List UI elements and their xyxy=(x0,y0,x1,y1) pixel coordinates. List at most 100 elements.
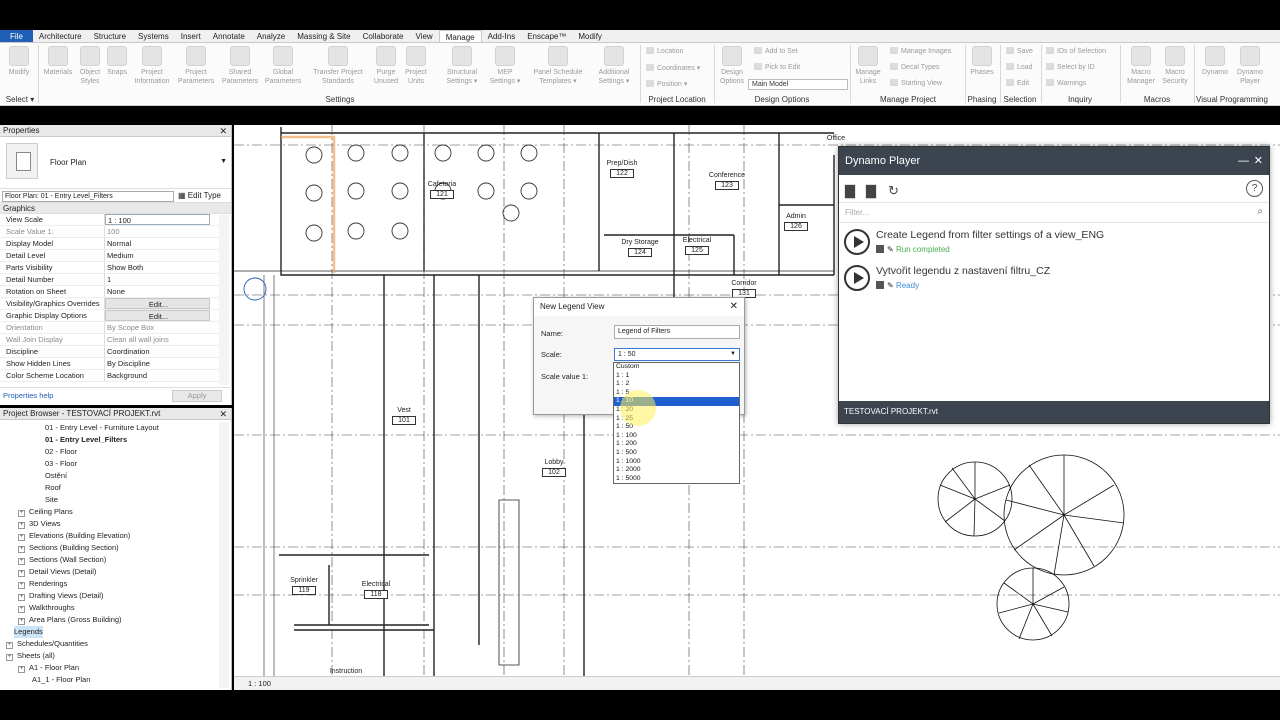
browser-item[interactable]: 03 - Floor xyxy=(45,458,77,470)
selection-save-button[interactable]: Save xyxy=(1006,47,1033,57)
browser-item[interactable]: + Schedules/Quantities xyxy=(6,638,88,650)
room-tag[interactable]: Admin 126 xyxy=(771,213,821,231)
select-by-id-button[interactable]: Select by ID xyxy=(1046,63,1095,73)
expand-icon[interactable]: + xyxy=(18,534,25,541)
expand-icon[interactable]: + xyxy=(18,522,25,529)
scale-option[interactable]: 1 : 1000 xyxy=(614,458,739,467)
room-tag[interactable]: Electrical 125 xyxy=(672,237,722,255)
location-button[interactable]: Location xyxy=(646,47,683,57)
phases-button[interactable]: Phases xyxy=(967,46,997,77)
object-styles-button[interactable]: Object Styles xyxy=(76,46,104,86)
project-parameters-button[interactable]: Project Parameters xyxy=(176,46,216,86)
property-value[interactable]: None xyxy=(105,286,210,297)
position-button[interactable]: Position ▾ xyxy=(646,80,687,90)
macro-manager-button[interactable]: Macro Manager xyxy=(1124,46,1158,86)
browser-item[interactable]: + Walkthroughs xyxy=(18,602,75,614)
property-value[interactable]: By Discipline xyxy=(105,358,210,369)
room-tag[interactable]: Lobby 102 xyxy=(529,459,579,477)
browser-item[interactable]: Roof xyxy=(45,482,61,494)
edit-button[interactable]: Edit... xyxy=(105,310,210,321)
expand-icon[interactable]: + xyxy=(18,546,25,553)
close-icon[interactable]: ✕ xyxy=(219,125,227,137)
mep-settings-button[interactable]: MEP Settings ▾ xyxy=(486,46,524,86)
tab-view[interactable]: View xyxy=(410,30,439,42)
browser-item[interactable]: + Sections (Building Section) xyxy=(18,542,119,554)
starting-view-button[interactable]: Starting View xyxy=(890,79,942,89)
browser-item[interactable]: Ostění xyxy=(45,470,67,482)
browser-item[interactable]: A1_1 - Floor Plan xyxy=(32,674,90,686)
shared-parameters-button[interactable]: Shared Parameters xyxy=(220,46,260,86)
browser-item[interactable]: + Renderings xyxy=(18,578,67,590)
room-tag[interactable]: Conference 123 xyxy=(702,172,752,190)
chevron-down-icon[interactable]: ▼ xyxy=(220,158,227,165)
edit-button[interactable]: Edit... xyxy=(105,298,210,309)
manage-images-button[interactable]: Manage Images xyxy=(890,47,951,57)
property-value[interactable]: Medium xyxy=(105,250,210,261)
browser-item[interactable]: Legends xyxy=(14,626,43,638)
design-options-button[interactable]: Design Options xyxy=(716,46,748,86)
edit-icon[interactable]: ✎ xyxy=(887,281,894,290)
room-tag[interactable]: Electrical 118 xyxy=(351,581,401,599)
expand-icon[interactable]: + xyxy=(18,510,25,517)
tab-massing-site[interactable]: Massing & Site xyxy=(291,30,356,42)
scale-option[interactable]: 1 : 2000 xyxy=(614,466,739,475)
view-scale[interactable]: 1 : 100 xyxy=(248,679,271,688)
type-selector[interactable]: Floor Plan ▼ xyxy=(0,137,231,189)
tab-insert[interactable]: Insert xyxy=(175,30,207,42)
scale-option[interactable]: 1 : 1 xyxy=(614,372,739,381)
close-icon[interactable]: ✕ xyxy=(1254,147,1263,175)
expand-icon[interactable]: + xyxy=(18,558,25,565)
room-tag[interactable]: Corridor 131 xyxy=(719,280,769,298)
ids-of-selection-button[interactable]: IDs of Selection xyxy=(1046,47,1106,57)
browser-item[interactable]: + Sections (Wall Section) xyxy=(18,554,106,566)
browser-item[interactable]: +3D Views xyxy=(18,518,61,530)
property-value[interactable]: 1 : 100 xyxy=(105,214,210,225)
minimize-icon[interactable]: — xyxy=(1238,147,1249,175)
property-value[interactable]: 1 xyxy=(105,274,210,285)
room-tag[interactable]: Dry Storage 124 xyxy=(615,239,665,257)
expand-icon[interactable]: + xyxy=(18,582,25,589)
open-folder-icon[interactable]: ▇ xyxy=(845,183,855,199)
properties-scrollbar[interactable] xyxy=(219,215,229,385)
apply-button[interactable]: Apply xyxy=(172,390,222,402)
scale-select[interactable]: 1 : 50 ▼ xyxy=(614,348,740,361)
scale-option[interactable]: Custom xyxy=(614,363,739,372)
panel-schedule-templates-button[interactable]: Panel Schedule Templates ▾ xyxy=(526,46,590,86)
browser-item[interactable]: + A1 - Floor Plan xyxy=(18,662,79,674)
tab-collaborate[interactable]: Collaborate xyxy=(357,30,410,42)
edit-icon[interactable]: ✎ xyxy=(887,245,894,254)
materials-button[interactable]: Materials xyxy=(42,46,74,77)
folder-settings-icon[interactable]: ▇ xyxy=(866,183,876,199)
browser-scrollbar[interactable] xyxy=(219,422,229,688)
tab-modify[interactable]: Modify xyxy=(572,30,608,42)
pick-to-edit-button[interactable]: Pick to Edit xyxy=(754,63,800,73)
purge-unused-button[interactable]: Purge Unused xyxy=(370,46,402,86)
tab-systems[interactable]: Systems xyxy=(132,30,175,42)
selection-edit-button[interactable]: Edit xyxy=(1006,79,1029,89)
scale-option[interactable]: 1 : 5000 xyxy=(614,475,739,484)
browser-item[interactable]: 02 - Floor xyxy=(45,446,77,458)
browser-item[interactable]: 01 - Entry Level - Furniture Layout xyxy=(45,422,159,434)
tab-enscape-[interactable]: Enscape™ xyxy=(521,30,572,42)
macro-security-button[interactable]: Macro Security xyxy=(1160,46,1190,86)
property-value[interactable]: Background xyxy=(105,370,210,381)
tab-add-ins[interactable]: Add-Ins xyxy=(482,30,522,42)
property-value[interactable]: Coordination xyxy=(105,346,210,357)
expand-icon[interactable]: + xyxy=(6,642,13,649)
browser-item[interactable]: + Elevations (Building Elevation) xyxy=(18,530,130,542)
edit-type-button[interactable]: ▦ Edit Type xyxy=(178,191,221,200)
room-tag[interactable]: Sprinkler 119 xyxy=(279,577,329,595)
browser-item[interactable]: + Drafting Views (Detail) xyxy=(18,590,103,602)
expand-icon[interactable]: + xyxy=(18,570,25,577)
project-units-button[interactable]: Project Units xyxy=(402,46,430,86)
additional-settings-button[interactable]: Additional Settings ▾ xyxy=(592,46,636,86)
browser-item[interactable]: + Ceiling Plans xyxy=(18,506,73,518)
property-value[interactable]: Show Both xyxy=(105,262,210,273)
filter-input[interactable]: Filter... ⌕ xyxy=(839,203,1269,223)
expand-icon[interactable]: + xyxy=(18,618,25,625)
scale-option[interactable]: 1 : 500 xyxy=(614,449,739,458)
room-tag[interactable]: Cafeteria 121 xyxy=(417,181,467,199)
refresh-icon[interactable]: ↻ xyxy=(888,183,899,199)
add-to-set-button[interactable]: Add to Set xyxy=(754,47,798,57)
room-tag[interactable]: Vest 101 xyxy=(379,407,429,425)
